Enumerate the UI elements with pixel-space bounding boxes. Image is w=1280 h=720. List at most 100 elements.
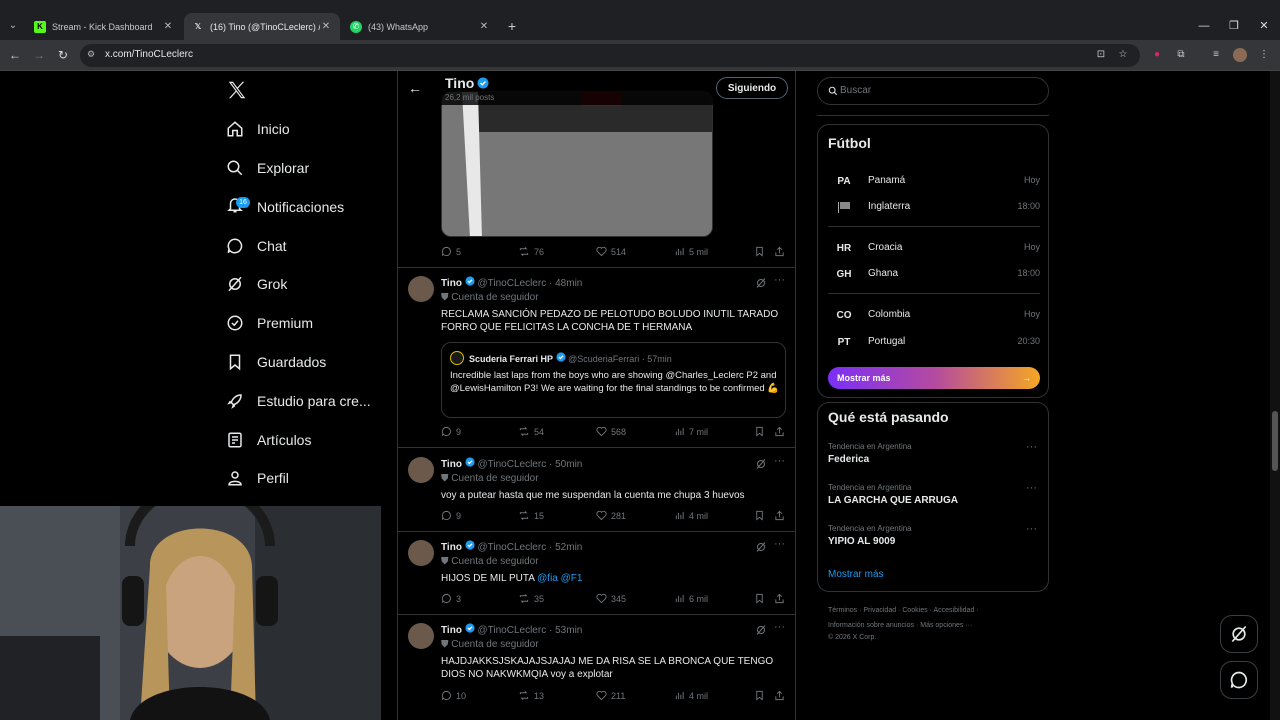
url-text[interactable]: x.com/TinoCLeclerc	[105, 49, 193, 60]
site-info-icon[interactable]: ⚙	[87, 49, 95, 60]
nav-item-guardados[interactable]: Guardados	[226, 347, 326, 377]
back-arrow-icon[interactable]: ←	[408, 80, 422, 96]
close-icon[interactable]: ✕	[320, 21, 332, 32]
tab-search-icon[interactable]: ⌄	[4, 17, 22, 35]
reply-button[interactable]: 10	[441, 690, 466, 701]
extensions-puzzle-icon[interactable]: ⧉	[1174, 48, 1188, 62]
match-row[interactable]: PT Portugal 20:30	[828, 332, 1040, 352]
install-app-icon[interactable]: ⊡	[1094, 48, 1108, 62]
scrollbar-thumb[interactable]	[1272, 411, 1278, 471]
grok-icon[interactable]	[755, 624, 767, 636]
more-options-icon[interactable]: ···	[774, 538, 785, 550]
tab-whatsapp[interactable]: ✆ (43) WhatsApp ✕	[342, 13, 498, 40]
footer-link[interactable]: Accesibilidad	[933, 607, 974, 614]
author-name[interactable]: Tino	[441, 278, 462, 289]
avatar[interactable]	[408, 623, 434, 649]
reply-button[interactable]: 5	[441, 246, 461, 257]
bookmark-button[interactable]	[754, 246, 769, 257]
views-button[interactable]: 7 mil	[674, 426, 708, 437]
bookmark-button[interactable]	[754, 510, 769, 521]
match-row[interactable]: GH Ghana 18:00	[828, 264, 1041, 284]
match-row[interactable]: CO Colombia Hoy	[828, 305, 1041, 325]
avatar[interactable]	[408, 540, 434, 566]
nav-item-estudio[interactable]: Estudio para cre...	[226, 386, 371, 416]
author-handle[interactable]: @TinoCLeclerc	[478, 625, 547, 636]
footer-link[interactable]: Información sobre anuncios	[828, 622, 914, 629]
grok-icon[interactable]	[755, 458, 767, 470]
like-button[interactable]: 211	[596, 690, 625, 701]
minimize-icon[interactable]: —	[1196, 18, 1212, 34]
x-logo-icon[interactable]	[226, 79, 248, 101]
nav-item-chat[interactable]: Chat	[226, 231, 287, 261]
timestamp[interactable]: 52min	[555, 542, 582, 553]
views-button[interactable]: 6 mil	[674, 593, 708, 604]
grok-floating-button[interactable]	[1220, 615, 1258, 653]
footer-link[interactable]: Cookies	[902, 607, 927, 614]
quoted-tweet[interactable]: Scuderia Ferrari HP @ScuderiaFerrari · 5…	[441, 342, 786, 418]
window-close-icon[interactable]: ✕	[1256, 18, 1272, 34]
nav-item-articulos[interactable]: Artículos	[226, 425, 311, 455]
bookmark-star-icon[interactable]: ☆	[1116, 48, 1130, 62]
mention-links[interactable]: @fia @F1	[537, 573, 582, 584]
search-input[interactable]	[840, 85, 1040, 96]
footer-link[interactable]: Términos	[828, 607, 857, 614]
share-button[interactable]	[774, 593, 789, 604]
match-row[interactable]: PA Panamá Hoy	[828, 171, 1040, 191]
views-button[interactable]: 5 mil	[674, 246, 708, 257]
author-handle[interactable]: @TinoCLeclerc	[478, 459, 547, 470]
timestamp[interactable]: 50min	[555, 459, 582, 470]
forward-icon[interactable]: →	[31, 47, 47, 63]
author-handle[interactable]: @TinoCLeclerc	[478, 542, 547, 553]
share-button[interactable]	[774, 510, 789, 521]
messages-floating-button[interactable]	[1220, 661, 1258, 699]
reload-icon[interactable]: ↻	[55, 47, 71, 63]
like-button[interactable]: 281	[596, 510, 626, 521]
bookmark-button[interactable]	[754, 593, 769, 604]
media-control-icon[interactable]: ≡	[1209, 48, 1223, 62]
repost-button[interactable]: 76	[518, 246, 544, 257]
share-button[interactable]	[774, 246, 789, 257]
repost-button[interactable]: 35	[518, 593, 544, 604]
browser-menu-icon[interactable]: ⋮	[1257, 48, 1271, 62]
new-tab-icon[interactable]: +	[504, 17, 520, 35]
more-options-icon[interactable]: ···	[774, 621, 785, 633]
repost-button[interactable]: 54	[518, 426, 544, 437]
nav-item-grok[interactable]: Grok	[226, 269, 287, 299]
tab-kick[interactable]: K Stream - Kick Dashboard ✕	[26, 13, 182, 40]
like-button[interactable]: 345	[596, 593, 626, 604]
extension-icon[interactable]: ●	[1150, 48, 1164, 62]
url-bar[interactable]: ⚙ x.com/TinoCLeclerc	[80, 44, 1140, 67]
back-icon[interactable]: ←	[7, 47, 23, 63]
views-button[interactable]: 4 mil	[674, 690, 708, 701]
footer-link[interactable]: Privacidad	[863, 607, 896, 614]
trending-show-more-link[interactable]: Mostrar más	[828, 569, 884, 580]
trend-name[interactable]: LA GARCHA QUE ARRUGA	[828, 495, 958, 506]
profile-avatar[interactable]	[1233, 48, 1247, 62]
trend-name[interactable]: YIPIO AL 9009	[828, 536, 895, 547]
more-options-icon[interactable]: ···	[774, 455, 785, 467]
trend-name[interactable]: Federica	[828, 454, 869, 465]
nav-item-explorar[interactable]: Explorar	[226, 153, 309, 183]
match-row[interactable]: Inglaterra 18:00	[828, 197, 1040, 217]
more-options-icon[interactable]: ···	[1026, 441, 1037, 453]
close-icon[interactable]: ✕	[478, 21, 490, 32]
bookmark-button[interactable]	[754, 690, 769, 701]
grok-icon[interactable]	[755, 277, 767, 289]
avatar[interactable]	[408, 457, 434, 483]
share-button[interactable]	[774, 426, 789, 437]
repost-button[interactable]: 13	[518, 690, 544, 701]
avatar[interactable]	[408, 276, 434, 302]
like-button[interactable]: 568	[596, 426, 626, 437]
reply-button[interactable]: 9	[441, 510, 461, 521]
nav-item-inicio[interactable]: Inicio	[226, 114, 290, 144]
author-handle[interactable]: @TinoCLeclerc	[478, 278, 547, 289]
search-box[interactable]	[817, 77, 1049, 105]
timestamp[interactable]: 53min	[555, 625, 582, 636]
more-options-icon[interactable]: ···	[1026, 523, 1037, 535]
reply-button[interactable]: 3	[441, 593, 461, 604]
footer-link[interactable]: Más opciones ···	[920, 622, 972, 629]
more-options-icon[interactable]: ···	[774, 274, 785, 286]
grok-icon[interactable]	[755, 541, 767, 553]
tab-x[interactable]: 𝕏 (16) Tino (@TinoCLeclerc) / X ✕	[184, 13, 340, 40]
following-button[interactable]: Siguiendo	[716, 77, 788, 99]
